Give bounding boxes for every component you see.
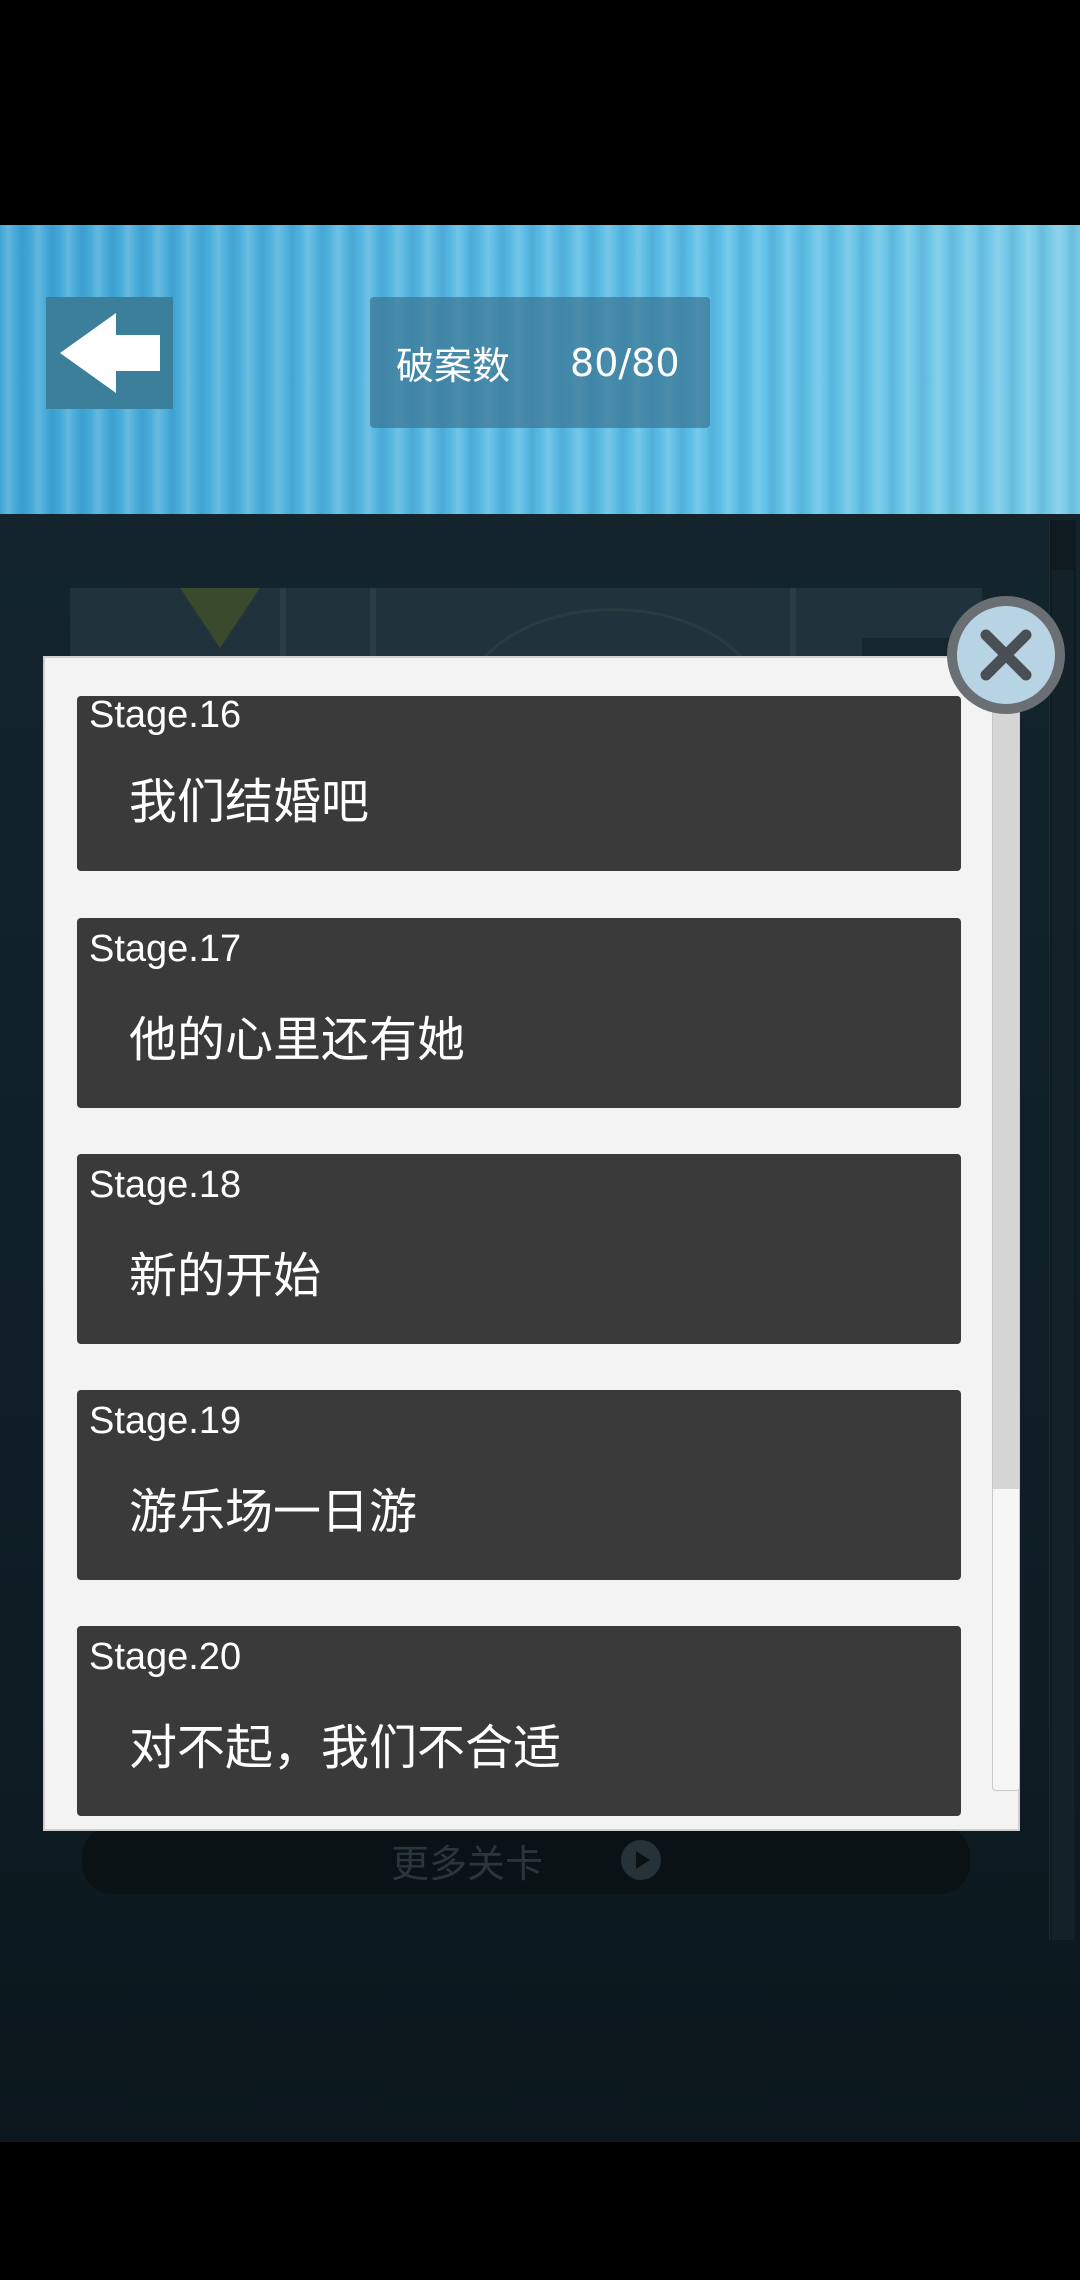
stage-card-19[interactable]: Stage.19 游乐场一日游	[77, 1390, 961, 1580]
stage-list-popup: Stage.16 我们结婚吧 Stage.17 他的心里还有她 Stage.18…	[43, 656, 1020, 1831]
popup-scrollbar-thumb[interactable]	[993, 699, 1019, 1489]
stage-title: 游乐场一日游	[129, 1484, 418, 1540]
stage-title: 他的心里还有她	[129, 1012, 466, 1068]
stage-title: 对不起，我们不合适	[129, 1720, 562, 1776]
more-stages-button[interactable]: 更多关卡	[82, 1826, 970, 1894]
stage-title: 新的开始	[129, 1248, 322, 1304]
back-button[interactable]	[46, 297, 173, 409]
stage-card-16[interactable]: Stage.16 我们结婚吧	[77, 694, 961, 871]
stage-title: 我们结婚吧	[129, 774, 370, 830]
stage-number: Stage.16	[89, 694, 242, 736]
background-scrollbar[interactable]	[1049, 520, 1076, 1940]
case-count-label: 破案数	[396, 344, 511, 388]
stage-number: Stage.19	[89, 1400, 242, 1442]
stage-card-18[interactable]: Stage.18 新的开始	[77, 1154, 961, 1344]
stage-card-17[interactable]: Stage.17 他的心里还有她	[77, 918, 961, 1108]
case-count-value: 80/80	[570, 340, 680, 385]
stage-number: Stage.17	[89, 928, 242, 970]
stage-list[interactable]: Stage.16 我们结婚吧 Stage.17 他的心里还有她 Stage.18…	[45, 658, 1018, 1829]
stage-number: Stage.20	[89, 1636, 242, 1678]
play-icon	[621, 1840, 661, 1880]
left-arrow-icon	[58, 311, 162, 395]
close-icon	[957, 606, 1055, 704]
stage-card-20[interactable]: Stage.20 对不起，我们不合适	[77, 1626, 961, 1816]
close-button[interactable]	[947, 596, 1065, 714]
stage-number: Stage.18	[89, 1164, 242, 1206]
more-stages-label: 更多关卡	[390, 1841, 543, 1886]
screen: 破案数 80/80 更多关卡 Stage.16 我们结婚吧 Stage.17 他…	[0, 0, 1080, 2280]
case-count-panel: 破案数 80/80	[370, 297, 710, 428]
popup-scrollbar[interactable]	[992, 698, 1020, 1791]
